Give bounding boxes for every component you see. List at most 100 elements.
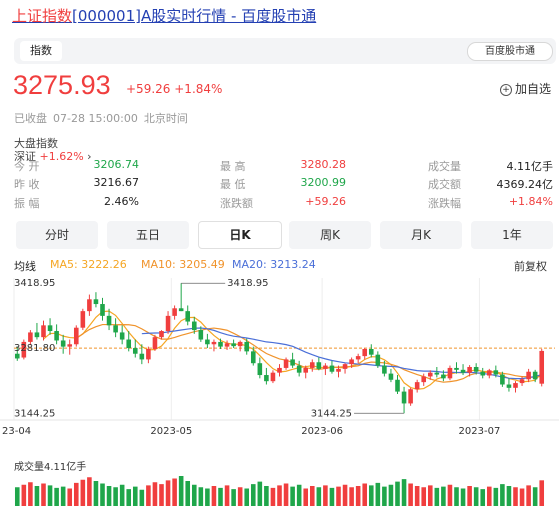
candle-body xyxy=(14,353,20,359)
chevron-right-icon: › xyxy=(87,150,92,163)
status-timezone: 北京时间 xyxy=(143,112,188,125)
candle-body xyxy=(218,341,223,347)
volume-bar xyxy=(296,484,302,506)
volume-bar xyxy=(526,485,531,506)
candle-body xyxy=(244,341,250,352)
candle-body xyxy=(250,351,256,364)
stat-label: 昨 收 xyxy=(14,178,40,191)
candle-body xyxy=(231,343,236,347)
volume-bar xyxy=(447,484,453,506)
volume-bar xyxy=(506,486,512,506)
volume-bar xyxy=(172,478,177,506)
candle-body xyxy=(500,374,505,385)
candle-body xyxy=(146,349,151,360)
index-name: 上证指数 xyxy=(12,7,73,25)
candle-body xyxy=(362,349,368,357)
volume-bar xyxy=(355,486,361,506)
volume-bar xyxy=(21,484,27,506)
volume-bar xyxy=(264,486,269,506)
volume-bar xyxy=(454,487,459,506)
candle-body xyxy=(506,384,512,388)
y-tick-label: 3418.95 xyxy=(14,278,55,289)
y-tick-label: 3144.25 xyxy=(14,408,55,419)
volume-bar xyxy=(309,486,315,506)
candle-body xyxy=(323,365,328,369)
stat-value: 3216.67 xyxy=(93,176,140,189)
adjust-button[interactable]: 前复权 xyxy=(514,258,547,274)
volume-bar xyxy=(349,487,354,506)
candle-body xyxy=(296,365,302,373)
candle-body xyxy=(414,382,420,390)
candle-body xyxy=(126,339,132,349)
candle-body xyxy=(342,364,348,369)
volume-bar xyxy=(93,481,99,506)
stat-label: 成交量 xyxy=(428,160,461,173)
volume-bar xyxy=(237,487,243,506)
period-tab[interactable]: 1年 xyxy=(471,221,553,249)
candle-body xyxy=(290,359,295,366)
high-annotation-label: 3418.95 xyxy=(227,278,268,289)
volume-bar xyxy=(165,480,171,506)
volume-bar xyxy=(28,482,33,506)
volume-bar xyxy=(342,484,348,506)
candle-body xyxy=(454,367,459,370)
candle-body xyxy=(159,331,164,338)
brand-button[interactable]: 百度股市通 xyxy=(467,42,553,61)
volume-bar xyxy=(421,487,427,506)
ma5-line xyxy=(43,310,543,390)
candle-body xyxy=(132,348,138,354)
candle-body xyxy=(237,341,243,347)
volume-bar xyxy=(480,489,486,506)
candle-body xyxy=(355,356,361,360)
volume-bar xyxy=(73,482,79,506)
volume-bar xyxy=(519,488,525,506)
volume-bar xyxy=(14,487,20,506)
volume-bar xyxy=(146,485,151,506)
volume-bar xyxy=(205,488,210,506)
volume-bar xyxy=(316,487,322,506)
volume-bar xyxy=(41,483,46,506)
tab-index[interactable]: 指数 xyxy=(20,41,62,61)
ma5-value: MA5: 3222.26 xyxy=(50,258,127,271)
candle-body xyxy=(375,354,381,366)
kline-chart[interactable]: 3418.95 3281.80 3144.25 23-04 2023-05 2023-06… xyxy=(0,274,559,454)
candle-body xyxy=(178,308,184,312)
candle-body xyxy=(460,369,466,373)
period-tab[interactable]: 月K xyxy=(380,221,462,249)
stat-value: 3206.74 xyxy=(93,158,140,171)
volume-bar xyxy=(113,487,118,506)
volume-bar xyxy=(54,487,59,506)
volume-bar xyxy=(388,484,394,506)
volume-bar xyxy=(473,487,479,506)
period-tab[interactable]: 日K xyxy=(198,221,282,249)
stat-value: 3200.99 xyxy=(300,176,347,189)
period-tab[interactable]: 五日 xyxy=(107,221,189,249)
volume-bar xyxy=(119,484,125,506)
volume-bar xyxy=(80,479,86,506)
page-title-link[interactable]: 上证指数[000001]A股实时行情 - 百度股市通 xyxy=(12,5,316,26)
volume-bar xyxy=(441,486,446,506)
volume-bar xyxy=(382,486,387,506)
candle-body xyxy=(198,330,204,340)
period-tab[interactable]: 分时 xyxy=(16,221,98,249)
period-tab[interactable]: 周K xyxy=(289,221,371,249)
candle-body xyxy=(28,332,33,342)
ma20-value: MA20: 3213.24 xyxy=(232,258,316,271)
market-status: 已收盘 07-28 15:00:00 北京时间 xyxy=(14,110,194,126)
add-watchlist-button[interactable]: + 加自选 xyxy=(500,80,551,97)
candle-body xyxy=(93,299,99,305)
candle-body xyxy=(473,366,479,372)
volume-bar xyxy=(257,481,263,506)
candle-body xyxy=(303,367,309,373)
candle-body xyxy=(165,315,171,332)
volume-bar xyxy=(283,483,289,506)
low-annotation-label: 3144.25 xyxy=(311,408,352,419)
current-price: 3275.93 xyxy=(13,70,111,100)
stat-label: 最 高 xyxy=(220,160,246,173)
status-date: 07-28 15:00:00 xyxy=(53,112,138,125)
candle-body xyxy=(526,371,531,380)
candle-body xyxy=(106,315,112,326)
candle-body xyxy=(519,379,525,384)
volume-bar xyxy=(231,489,236,506)
candle-body xyxy=(336,368,341,372)
